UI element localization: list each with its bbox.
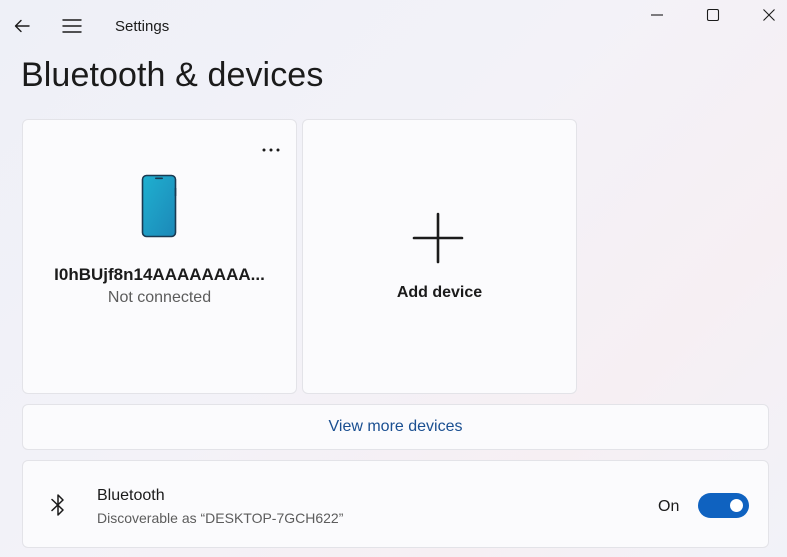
add-device-button[interactable]: Add device	[302, 119, 577, 394]
device-name: I0hBUjf8n14AAAAAAAA...	[54, 265, 265, 284]
bluetooth-discoverable-text: Discoverable as “DESKTOP-7GCH622”	[97, 510, 344, 526]
minimize-icon	[651, 14, 663, 16]
more-dots-icon	[262, 148, 280, 152]
device-status: Not connected	[107, 289, 212, 306]
title-bar: Settings	[0, 0, 787, 54]
close-icon	[763, 9, 775, 21]
maximize-button[interactable]	[696, 2, 730, 28]
view-more-devices-label: View more devices	[328, 418, 463, 435]
bluetooth-state-label: On	[658, 498, 680, 515]
navigation-menu-button[interactable]	[58, 12, 86, 40]
device-card[interactable]: I0hBUjf8n14AAAAAAAA... Not connected	[22, 119, 297, 394]
close-button[interactable]	[752, 2, 786, 28]
page-title: Bluetooth & devices	[21, 56, 324, 94]
bluetooth-setting-row: Bluetooth Discoverable as “DESKTOP-7GCH6…	[22, 460, 769, 548]
minimize-button[interactable]	[640, 2, 674, 28]
hamburger-icon	[62, 19, 82, 33]
bluetooth-title: Bluetooth	[97, 487, 165, 504]
maximize-icon	[706, 8, 720, 22]
app-title: Settings	[115, 18, 170, 35]
device-more-options-button[interactable]	[259, 142, 283, 158]
bluetooth-icon	[51, 494, 64, 516]
back-arrow-icon	[14, 19, 30, 33]
view-more-devices-button[interactable]: View more devices	[22, 404, 769, 450]
bluetooth-toggle[interactable]	[698, 493, 749, 518]
add-device-label: Add device	[396, 284, 483, 301]
toggle-knob	[730, 499, 743, 512]
plus-icon	[412, 212, 464, 264]
phone-icon	[141, 174, 177, 238]
back-button[interactable]	[8, 12, 36, 40]
